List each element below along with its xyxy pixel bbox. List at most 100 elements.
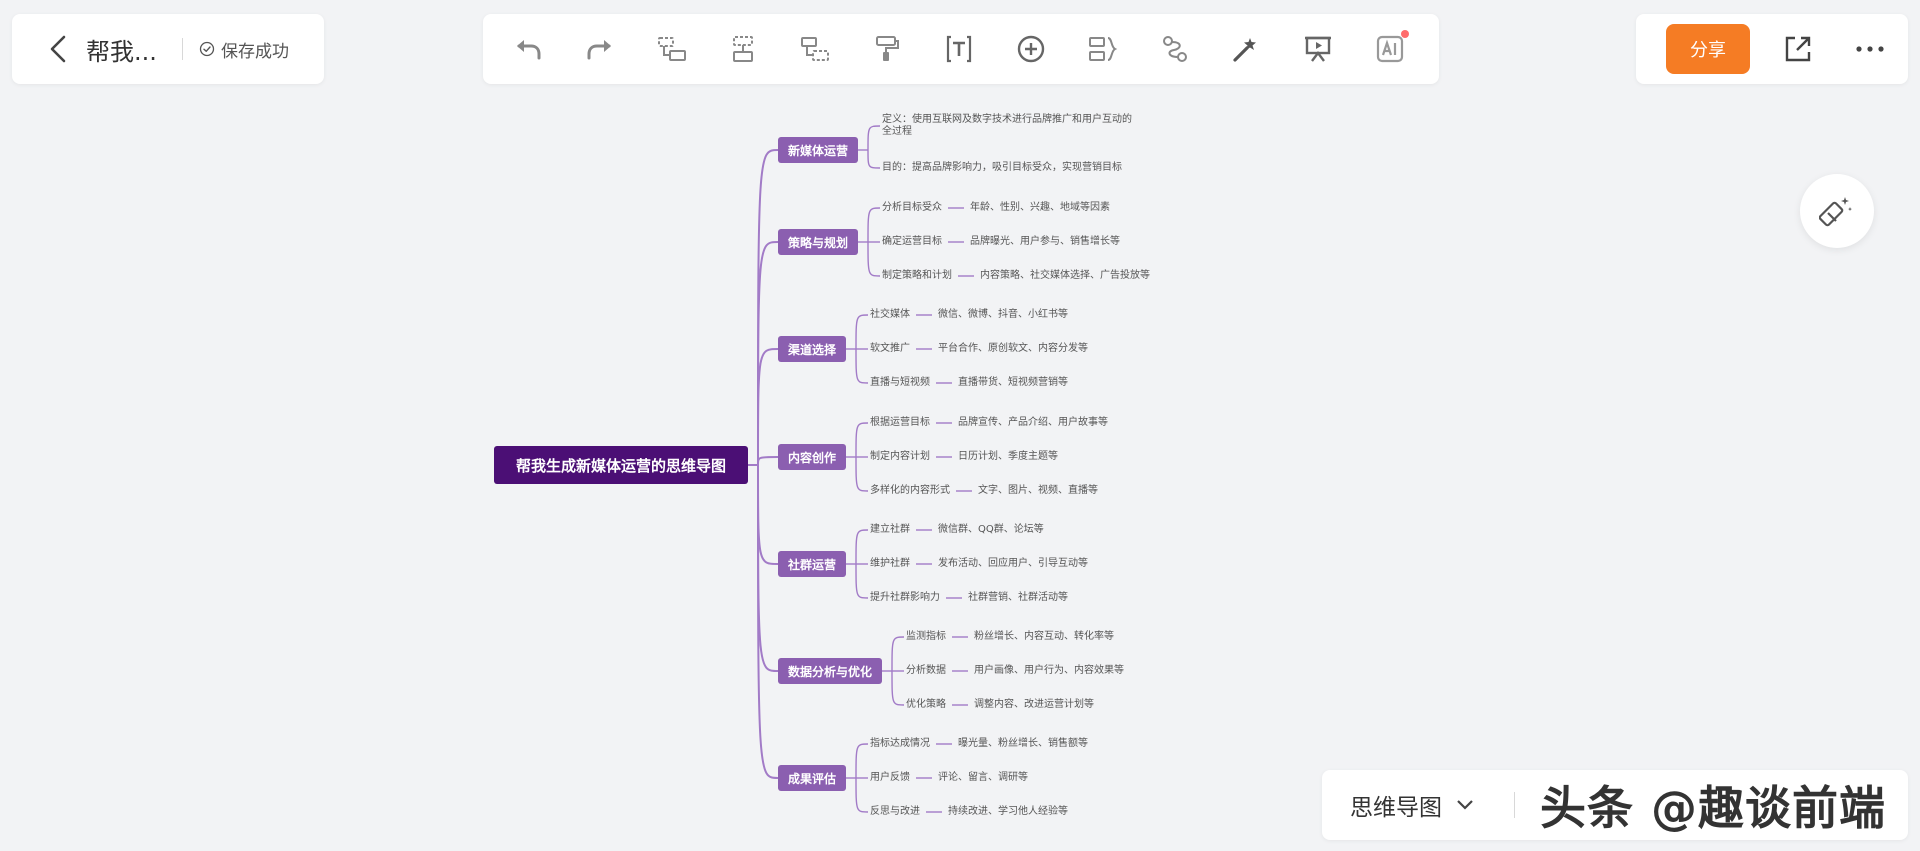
text-button[interactable] (936, 26, 982, 72)
detail-node[interactable]: 微信、微博、抖音、小红书等 (938, 309, 1068, 321)
detail-node[interactable]: 微信群、QQ群、论坛等 (938, 524, 1044, 536)
style-button[interactable] (1223, 26, 1269, 72)
summary-icon (1088, 37, 1117, 61)
branch-node[interactable]: 策略与规划 (778, 229, 858, 255)
summary-button[interactable] (1080, 26, 1126, 72)
view-mode-label: 思维导图 (1350, 795, 1442, 821)
present-icon (1305, 36, 1332, 62)
connector-line (757, 464, 779, 779)
detail-node[interactable]: 品牌曝光、用户参与、销售增长等 (970, 236, 1120, 248)
detail-node[interactable]: 持续改进、学习他人经验等 (948, 806, 1068, 818)
smart-layout-button[interactable] (1800, 174, 1874, 248)
watermark: 头条 @趣谈前端 (1540, 781, 1887, 835)
add-parent-icon (801, 37, 830, 61)
leaf-node[interactable]: 用户反馈 (870, 772, 910, 784)
detail-node[interactable]: 社群营销、社群活动等 (968, 592, 1068, 604)
detail-node[interactable]: 发布活动、回应用户、引导互动等 (938, 558, 1088, 570)
toolbar (483, 14, 1439, 84)
header-right-panel: 分享 (1636, 14, 1908, 84)
redo-button[interactable] (577, 26, 623, 72)
detail-node[interactable]: 曝光量、粉丝增长、销售额等 (958, 738, 1088, 750)
divider (1514, 792, 1515, 818)
check-circle-icon (199, 41, 215, 57)
leaf-node[interactable]: 分析数据 (906, 665, 946, 677)
leaf-node[interactable]: 定义：使用互联网及数字技术进行品牌推广和用户互动的全过程 (882, 114, 1138, 138)
detail-node[interactable]: 用户画像、用户行为、内容效果等 (974, 665, 1124, 677)
detail-node[interactable]: 文字、图片、视频、直播等 (978, 485, 1098, 497)
leaf-node[interactable]: 分析目标受众 (882, 202, 942, 214)
document-title[interactable]: 帮我... (86, 32, 172, 67)
more-button[interactable] (1850, 29, 1890, 69)
leaf-node[interactable]: 软文推广 (870, 343, 910, 355)
format-painter-icon (876, 36, 900, 61)
branch-node[interactable]: 数据分析与优化 (778, 658, 882, 684)
connector-line (867, 207, 881, 243)
branch-node[interactable]: 社群运营 (778, 551, 846, 577)
ai-icon (1376, 35, 1404, 63)
leaf-node[interactable]: 确定运营目标 (882, 236, 942, 248)
insert-button[interactable] (1008, 26, 1054, 72)
view-mode-select[interactable]: 思维导图 (1350, 788, 1474, 822)
mindmap-root-node[interactable]: 帮我生成新媒体运营的思维导图 (494, 446, 748, 484)
leaf-node[interactable]: 根据运营目标 (870, 417, 930, 429)
leaf-node[interactable]: 反思与改进 (870, 806, 920, 818)
connector-line (855, 422, 869, 458)
relation-icon (1162, 36, 1187, 62)
format-painter-button[interactable] (864, 26, 910, 72)
add-sibling-button[interactable] (721, 26, 767, 72)
share-button[interactable]: 分享 (1666, 24, 1750, 74)
leaf-node[interactable]: 制定内容计划 (870, 451, 930, 463)
connector-line (855, 456, 869, 492)
detail-node[interactable]: 粉丝增长、内容互动、转化率等 (974, 631, 1114, 643)
back-button[interactable] (38, 29, 78, 69)
detail-node[interactable]: 评论、留言、调研等 (938, 772, 1028, 784)
relation-button[interactable] (1152, 26, 1198, 72)
magic-wand-icon (1233, 38, 1257, 62)
connector-line (855, 348, 869, 384)
leaf-node[interactable]: 制定策略和计划 (882, 270, 952, 282)
leaf-node[interactable]: 目的：提高品牌影响力，吸引目标受众，实现营销目标 (882, 162, 1138, 174)
connector-line (867, 241, 881, 277)
detail-node[interactable]: 日历计划、季度主题等 (958, 451, 1058, 463)
leaf-node[interactable]: 多样化的内容形式 (870, 485, 950, 497)
leaf-node[interactable]: 监测指标 (906, 631, 946, 643)
connector-line (757, 464, 779, 565)
branch-node[interactable]: 内容创作 (778, 444, 846, 470)
add-child-icon (657, 37, 686, 61)
mindmap-canvas: 帮我生成新媒体运营的思维导图 新媒体运营 定义：使用互联网及数字技术进行品牌推广和… (0, 0, 1920, 851)
leaf-node[interactable]: 提升社群影响力 (870, 592, 940, 604)
redo-icon (587, 40, 611, 60)
detail-node[interactable]: 直播带货、短视频营销等 (958, 377, 1068, 389)
undo-button[interactable] (505, 26, 551, 72)
leaf-node[interactable]: 指标达成情况 (870, 738, 930, 750)
connector-line (855, 314, 869, 350)
leaf-node[interactable]: 直播与短视频 (870, 377, 930, 389)
detail-node[interactable]: 品牌宣传、产品介绍、用户故事等 (958, 417, 1108, 429)
more-dots-icon (1856, 46, 1884, 52)
detail-node[interactable]: 内容策略、社交媒体选择、广告投放等 (980, 270, 1150, 282)
present-button[interactable] (1295, 26, 1341, 72)
chevron-down-icon (1457, 800, 1473, 810)
open-external-button[interactable] (1778, 29, 1818, 69)
detail-node[interactable]: 平台合作、原创软文、内容分发等 (938, 343, 1088, 355)
ai-button[interactable] (1367, 26, 1413, 72)
detail-node[interactable]: 年龄、性别、兴趣、地域等因素 (970, 202, 1110, 214)
connector-line (855, 777, 869, 813)
connector-line (757, 348, 779, 466)
branch-node[interactable]: 新媒体运营 (778, 137, 858, 163)
add-child-button[interactable] (649, 26, 695, 72)
undo-icon (516, 40, 541, 60)
branch-node[interactable]: 成果评估 (778, 765, 846, 791)
save-status: 保存成功 (199, 37, 289, 62)
leaf-node[interactable]: 社交媒体 (870, 309, 910, 321)
notification-dot (1400, 30, 1409, 38)
connector-line (867, 149, 881, 169)
connector-line (891, 636, 905, 672)
leaf-node[interactable]: 维护社群 (870, 558, 910, 570)
leaf-node[interactable]: 优化策略 (906, 699, 946, 711)
connector-line (855, 529, 869, 565)
detail-node[interactable]: 调整内容、改进运营计划等 (974, 699, 1094, 711)
leaf-node[interactable]: 建立社群 (870, 524, 910, 536)
branch-node[interactable]: 渠道选择 (778, 336, 846, 362)
add-parent-button[interactable] (792, 26, 838, 72)
